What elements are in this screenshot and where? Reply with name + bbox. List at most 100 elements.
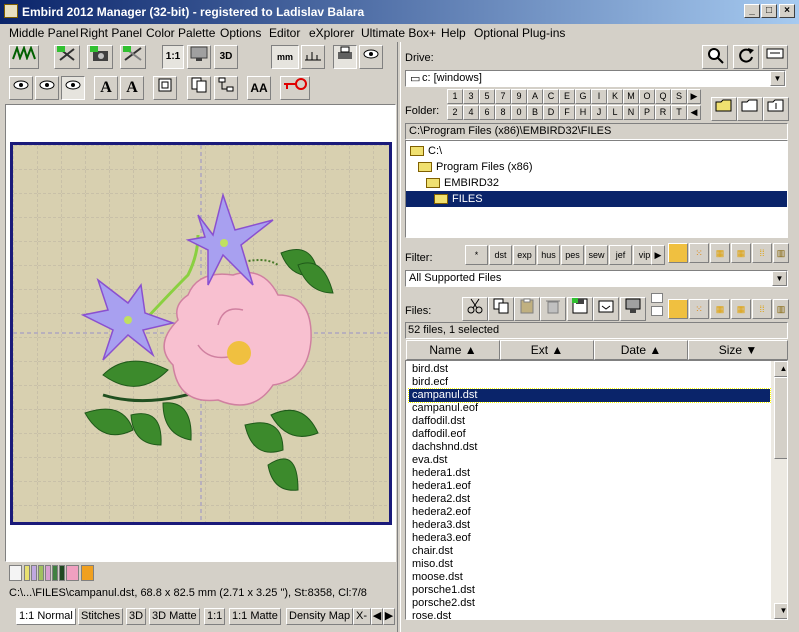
- folder-quick-button[interactable]: L: [607, 105, 623, 120]
- file-list-item[interactable]: daffodil.dst: [409, 415, 770, 428]
- folder-quick-button[interactable]: 4: [463, 105, 479, 120]
- tab-scroll-right[interactable]: ▶: [383, 608, 395, 625]
- tab-1to1-normal[interactable]: 1:1 Normal: [16, 608, 76, 625]
- palette-swatch[interactable]: [81, 565, 94, 581]
- column-ext[interactable]: Ext ▲: [500, 340, 594, 360]
- delete-button[interactable]: [540, 297, 566, 321]
- folder-quick-button[interactable]: R: [655, 105, 671, 120]
- folder-quick-button[interactable]: O: [639, 89, 655, 104]
- file-list-item[interactable]: campanul.dst: [408, 388, 771, 403]
- folder-quick-button[interactable]: F: [559, 105, 575, 120]
- file-list-item[interactable]: hedera3.dst: [409, 519, 770, 532]
- menu-ultimate-box[interactable]: Ultimate Box+: [361, 26, 436, 40]
- menu-options[interactable]: Options: [220, 26, 261, 40]
- palette-swatch[interactable]: [9, 565, 22, 581]
- folder-quick-button[interactable]: 9: [511, 89, 527, 104]
- folder-quick-button[interactable]: J: [591, 105, 607, 120]
- file-list-item[interactable]: miso.dst: [409, 558, 770, 571]
- folder-quick-button[interactable]: 5: [479, 89, 495, 104]
- folder-quick-button[interactable]: G: [575, 89, 591, 104]
- chevron-down-icon[interactable]: ▼: [772, 271, 787, 286]
- palette-swatch[interactable]: [45, 565, 51, 581]
- tree-item[interactable]: FILES: [406, 191, 787, 207]
- menu-right-panel[interactable]: Right Panel: [80, 26, 142, 40]
- open-folder-button[interactable]: [737, 97, 763, 121]
- file-list-item[interactable]: moose.dst: [409, 571, 770, 584]
- menu-explorer[interactable]: eXplorer: [309, 26, 354, 40]
- filter-button[interactable]: exp: [513, 245, 536, 265]
- palette-swatch[interactable]: [52, 565, 58, 581]
- folder-quick-button[interactable]: Q: [655, 89, 671, 104]
- tree-item[interactable]: EMBIRD32: [406, 175, 787, 191]
- minimize-button[interactable]: _: [744, 4, 760, 18]
- menu-color-palette[interactable]: Color Palette: [146, 26, 215, 40]
- view-1to1-button[interactable]: 1:1: [162, 45, 184, 69]
- scissors-button[interactable]: [54, 45, 80, 69]
- filter-button[interactable]: *: [465, 245, 488, 265]
- folder-quick-button[interactable]: D: [543, 105, 559, 120]
- chevron-down-icon[interactable]: ▼: [770, 71, 785, 86]
- menu-help[interactable]: Help: [441, 26, 466, 40]
- file-list-item[interactable]: bird.dst: [409, 363, 770, 376]
- folder-quick-button[interactable]: I: [591, 89, 607, 104]
- filter-button[interactable]: jef: [609, 245, 632, 265]
- file-list-item[interactable]: rose.dst: [409, 610, 770, 619]
- print-button[interactable]: [620, 297, 646, 321]
- file-list-item[interactable]: bird.ecf: [409, 376, 770, 389]
- copy-button[interactable]: [488, 297, 514, 321]
- ruler-button[interactable]: [301, 45, 325, 69]
- copy-pages-button[interactable]: [187, 76, 211, 100]
- quick-row-prev-icon[interactable]: ◀: [687, 105, 701, 120]
- folder-quick-button[interactable]: 6: [479, 105, 495, 120]
- folder-quick-button[interactable]: P: [639, 105, 655, 120]
- checkbox-bottom[interactable]: [651, 306, 663, 316]
- refresh-button[interactable]: [733, 45, 759, 69]
- monitor-button[interactable]: [187, 45, 211, 69]
- printer-button[interactable]: [333, 45, 357, 69]
- folder-quick-button[interactable]: 0: [511, 105, 527, 120]
- frame-button[interactable]: [153, 76, 177, 100]
- zoom-out-view-button[interactable]: [35, 76, 59, 100]
- folder-quick-button[interactable]: T: [671, 105, 687, 120]
- new-folder-button[interactable]: [711, 97, 737, 121]
- filter-next-icon[interactable]: ▶: [651, 245, 665, 265]
- view-list-icon[interactable]: ▥: [773, 243, 789, 263]
- file-list-item[interactable]: hedera3.eof: [409, 532, 770, 545]
- text-edit-button[interactable]: A: [120, 76, 144, 100]
- camera-button[interactable]: [87, 45, 113, 69]
- panel-splitter[interactable]: [397, 42, 401, 632]
- view-grid-medium-icon[interactable]: ▦: [731, 243, 751, 263]
- tab-3d-matte[interactable]: 3D Matte: [149, 608, 200, 625]
- file-list-item[interactable]: hedera2.eof: [409, 506, 770, 519]
- text-button[interactable]: A: [94, 76, 118, 100]
- quick-row-next-icon[interactable]: ▶: [687, 89, 701, 104]
- font-size-button[interactable]: AA: [247, 76, 271, 100]
- menu-middle-panel[interactable]: Middle Panel: [9, 26, 78, 40]
- file-list-item[interactable]: daffodil.eof: [409, 428, 770, 441]
- file-list-scrollbar[interactable]: ▲ ▼: [771, 361, 787, 619]
- scroll-thumb[interactable]: [774, 377, 787, 459]
- paste-button[interactable]: [514, 297, 540, 321]
- folder-quick-button[interactable]: 2: [447, 105, 463, 120]
- tree-item[interactable]: C:\: [406, 143, 787, 159]
- view-grid-icon[interactable]: ▦: [710, 299, 730, 319]
- view-grid-large-icon[interactable]: ⁞⁞: [752, 243, 772, 263]
- view-grid-small-button-2[interactable]: ⁙: [689, 299, 709, 319]
- folder-tree[interactable]: C:\ Program Files (x86) EMBIRD32 FILES: [405, 140, 788, 238]
- save-button[interactable]: [567, 297, 593, 321]
- view-grid-icon[interactable]: ▦: [710, 243, 730, 263]
- folder-quick-button[interactable]: E: [559, 89, 575, 104]
- view-grid-small-button[interactable]: ⁙: [689, 243, 709, 263]
- tree-item[interactable]: Program Files (x86): [406, 159, 787, 175]
- view-style-button-2[interactable]: [668, 299, 688, 319]
- mm-units-button[interactable]: mm: [271, 45, 299, 69]
- stitch-view-button[interactable]: [9, 44, 39, 69]
- view-grid-large-icon[interactable]: ⁞⁞: [752, 299, 772, 319]
- folder-quick-button[interactable]: 3: [463, 89, 479, 104]
- eye-tool-button[interactable]: [359, 45, 383, 69]
- folder-quick-button[interactable]: K: [607, 89, 623, 104]
- tab-1to1[interactable]: 1:1: [204, 608, 226, 625]
- view-3d-button[interactable]: 3D: [214, 45, 238, 69]
- view-list-icon[interactable]: ▥: [773, 299, 789, 319]
- file-list-item[interactable]: hedera1.dst: [409, 467, 770, 480]
